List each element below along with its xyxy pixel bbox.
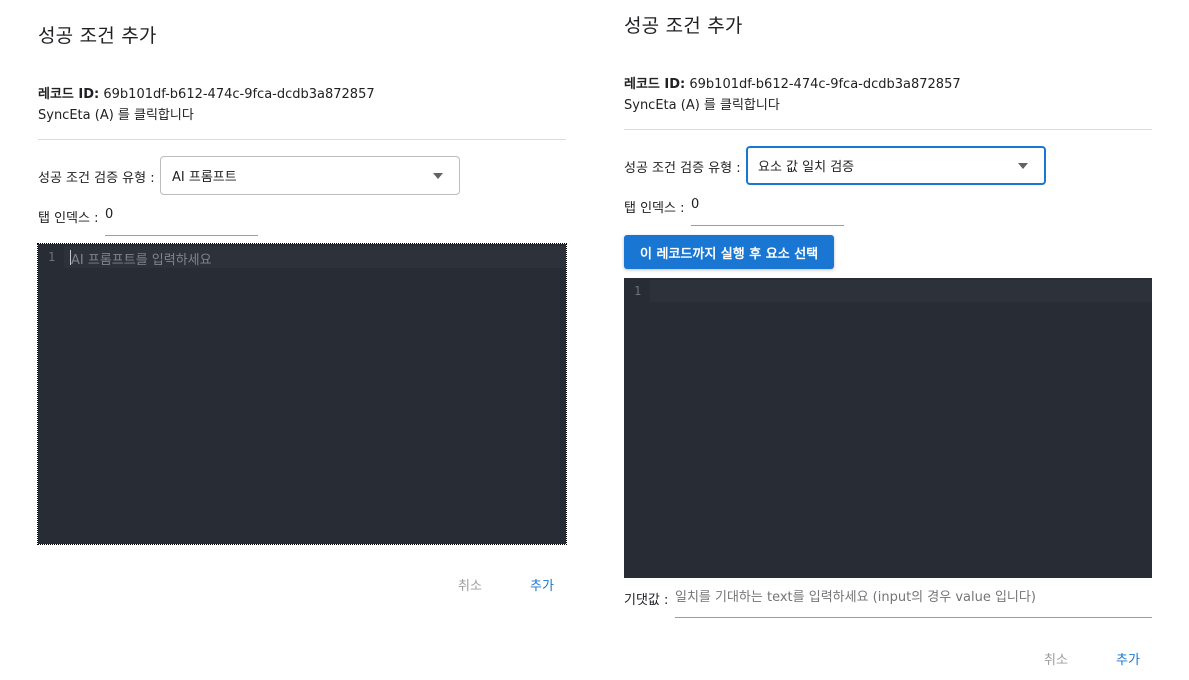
editor-gutter <box>624 278 650 578</box>
validation-type-select[interactable]: AI 프롬프트 <box>160 156 460 195</box>
cancel-button[interactable]: 취소 <box>458 575 482 594</box>
record-description: SyncEta (A) 를 클릭합니다 <box>38 108 194 123</box>
dialog-title: 성공 조건 추가 <box>624 15 743 37</box>
line-number: 1 <box>634 284 642 298</box>
record-id-value: 69b101df-b612-474c-9fca-dcdb3a872857 <box>103 87 375 102</box>
dialog-title: 성공 조건 추가 <box>38 25 157 47</box>
tab-index-label: 탭 인덱스 : <box>624 201 685 216</box>
line-number: 1 <box>48 250 56 264</box>
validation-type-label: 성공 조건 검증 유형 : <box>624 161 741 176</box>
divider <box>624 129 1152 130</box>
tab-index-input[interactable]: 0 <box>691 197 699 212</box>
validation-type-value: 요소 값 일치 검증 <box>758 160 855 175</box>
expected-value-input[interactable] <box>675 586 1152 608</box>
record-id-value: 69b101df-b612-474c-9fca-dcdb3a872857 <box>689 77 961 92</box>
cancel-button[interactable]: 취소 <box>1044 649 1068 668</box>
expected-value-label: 기댓값 : <box>624 593 669 608</box>
chevron-down-icon <box>1018 162 1028 169</box>
record-id-label: 레코드 ID: <box>624 77 686 92</box>
tab-index-underline <box>691 225 844 226</box>
record-description: SyncEta (A) 를 클릭합니다 <box>624 98 780 113</box>
chevron-down-icon <box>433 172 443 179</box>
editor-gutter <box>38 244 64 544</box>
expected-value-underline <box>675 617 1152 618</box>
editor-active-line <box>650 280 1152 302</box>
record-id: 레코드 ID: 69b101df-b612-474c-9fca-dcdb3a87… <box>624 73 961 92</box>
success-condition-dialog-element-value: 성공 조건 추가 레코드 ID: 69b101df-b612-474c-9fca… <box>586 0 1189 680</box>
validation-type-value: AI 프롬프트 <box>172 170 237 185</box>
divider <box>38 139 566 140</box>
validation-type-label: 성공 조건 검증 유형 : <box>38 171 155 186</box>
add-button[interactable]: 추가 <box>1116 649 1140 668</box>
record-id-label: 레코드 ID: <box>38 87 100 102</box>
success-condition-dialog-ai-prompt: 성공 조건 추가 레코드 ID: 69b101df-b612-474c-9fca… <box>0 0 600 680</box>
element-code-editor[interactable]: 1 <box>624 278 1152 578</box>
validation-type-select[interactable]: 요소 값 일치 검증 <box>746 146 1046 185</box>
editor-placeholder: AI 프롬프트를 입력하세요 <box>71 253 212 268</box>
add-button[interactable]: 추가 <box>530 575 554 594</box>
tab-index-input[interactable]: 0 <box>105 207 113 222</box>
run-and-select-element-button[interactable]: 이 레코드까지 실행 후 요소 선택 <box>624 235 835 269</box>
record-id: 레코드 ID: 69b101df-b612-474c-9fca-dcdb3a87… <box>38 83 375 102</box>
prompt-code-editor[interactable]: 1 AI 프롬프트를 입력하세요 <box>37 243 567 545</box>
tab-index-underline <box>105 235 258 236</box>
tab-index-label: 탭 인덱스 : <box>38 211 99 226</box>
